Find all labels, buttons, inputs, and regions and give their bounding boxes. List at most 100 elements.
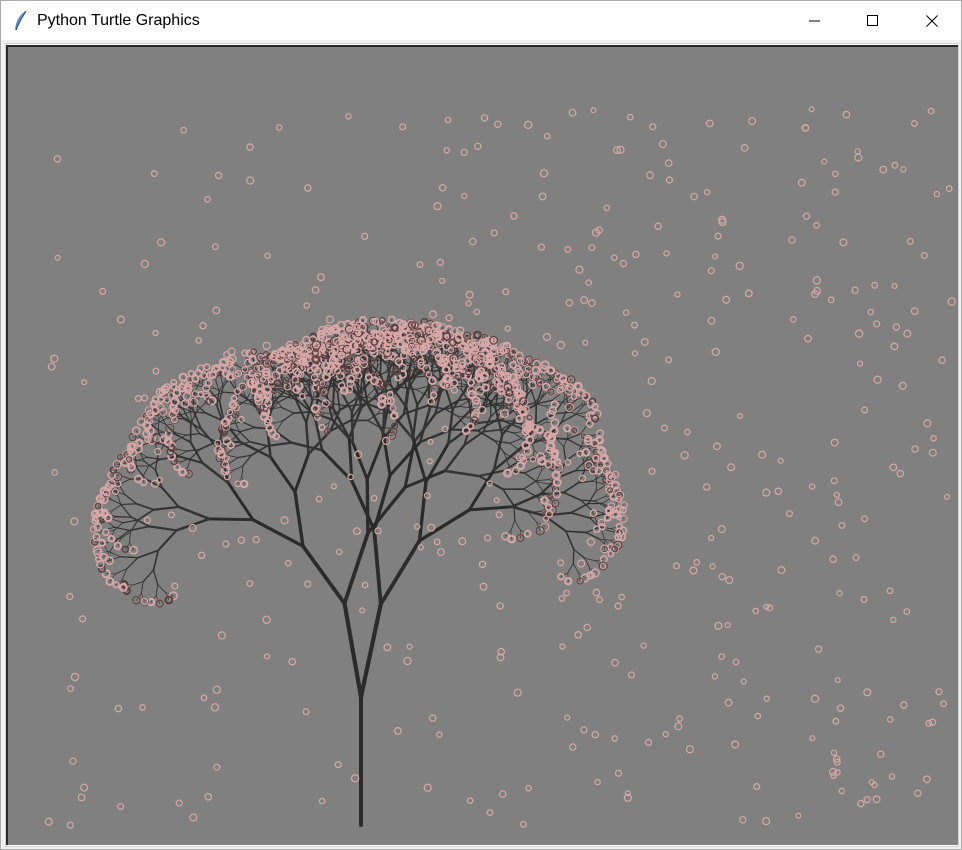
- tree-branch: [417, 480, 428, 543]
- petal: [582, 339, 589, 346]
- tree-branch: [334, 405, 349, 414]
- petal: [938, 356, 946, 365]
- petal: [575, 265, 584, 274]
- turtle-canvas[interactable]: [6, 45, 958, 845]
- tree-branch: [240, 426, 256, 433]
- petal: [524, 120, 533, 130]
- petal: [246, 176, 255, 185]
- petal: [766, 604, 774, 612]
- petal: [210, 703, 220, 712]
- petal: [724, 698, 733, 707]
- maximize-button[interactable]: [844, 1, 902, 40]
- petal: [171, 582, 179, 590]
- petal: [304, 184, 312, 192]
- petal: [502, 288, 510, 296]
- petal: [78, 615, 87, 623]
- tree-branch: [503, 394, 505, 409]
- petal: [830, 749, 838, 757]
- petal: [740, 678, 747, 685]
- petal: [795, 812, 802, 819]
- tree-branch: [129, 531, 131, 544]
- tree-branch: [580, 499, 596, 502]
- petal: [197, 551, 206, 560]
- petal: [580, 296, 589, 305]
- petal: [70, 517, 79, 526]
- tree-branch: [536, 469, 543, 482]
- petal: [67, 685, 74, 692]
- tree-branch: [242, 421, 256, 429]
- tree-branch: [600, 528, 606, 541]
- tree-branch: [137, 508, 155, 521]
- petal: [504, 325, 511, 332]
- petal: [603, 204, 611, 212]
- tree-branch: [121, 503, 137, 506]
- petal: [610, 254, 618, 262]
- petal: [117, 802, 125, 810]
- petal: [591, 730, 599, 739]
- petal: [707, 267, 715, 275]
- petal: [644, 738, 653, 747]
- petal: [879, 165, 888, 174]
- petal: [940, 700, 947, 708]
- petal: [713, 442, 721, 451]
- petal: [496, 602, 504, 610]
- petal: [403, 656, 412, 666]
- petal: [832, 717, 840, 725]
- tree-branch: [178, 450, 188, 456]
- petal: [829, 555, 837, 564]
- tree-branch: [553, 411, 572, 415]
- tree-branch: [536, 479, 550, 482]
- petal: [237, 416, 245, 423]
- petal: [930, 434, 937, 442]
- close-button[interactable]: [903, 1, 961, 40]
- petal: [195, 337, 203, 344]
- petal: [611, 658, 619, 667]
- petal: [539, 169, 549, 178]
- petal: [711, 673, 719, 680]
- tree-branch: [424, 442, 450, 484]
- petal: [275, 124, 283, 131]
- petal: [810, 694, 820, 703]
- tree-branch: [351, 441, 369, 481]
- petal: [831, 188, 839, 196]
- petal: [663, 250, 670, 257]
- petal: [665, 176, 674, 184]
- petal: [264, 252, 271, 259]
- petal: [436, 258, 444, 266]
- petal: [456, 326, 465, 335]
- petal: [627, 671, 635, 679]
- petal: [537, 243, 546, 251]
- petal: [280, 516, 289, 525]
- petal: [758, 450, 767, 459]
- petal: [565, 299, 574, 307]
- tree-branch: [570, 502, 590, 514]
- tree-branch: [350, 479, 376, 532]
- tree-branch: [152, 569, 159, 586]
- petal: [867, 308, 875, 316]
- petal: [588, 244, 596, 252]
- tree-branch: [370, 360, 383, 362]
- petal: [99, 287, 107, 295]
- title-bar[interactable]: Python Turtle Graphics: [1, 1, 961, 40]
- tree-branch: [584, 557, 597, 562]
- tree-branch: [572, 548, 575, 565]
- tree-branch: [458, 405, 471, 409]
- petal: [619, 259, 628, 268]
- petal: [370, 494, 378, 502]
- petal: [246, 143, 254, 151]
- tree-branch: [591, 432, 601, 436]
- petal: [711, 347, 720, 356]
- tree-branch: [226, 481, 255, 522]
- petal: [693, 558, 701, 566]
- tree-branch: [229, 379, 239, 394]
- tree-branch: [119, 478, 131, 485]
- petal: [626, 113, 634, 121]
- tree-branch: [140, 581, 144, 594]
- petal: [761, 817, 771, 826]
- petal: [914, 789, 922, 797]
- petal: [890, 342, 899, 351]
- petal: [642, 409, 652, 418]
- minimize-button[interactable]: [786, 1, 844, 40]
- petal: [631, 350, 639, 357]
- petal: [777, 457, 784, 464]
